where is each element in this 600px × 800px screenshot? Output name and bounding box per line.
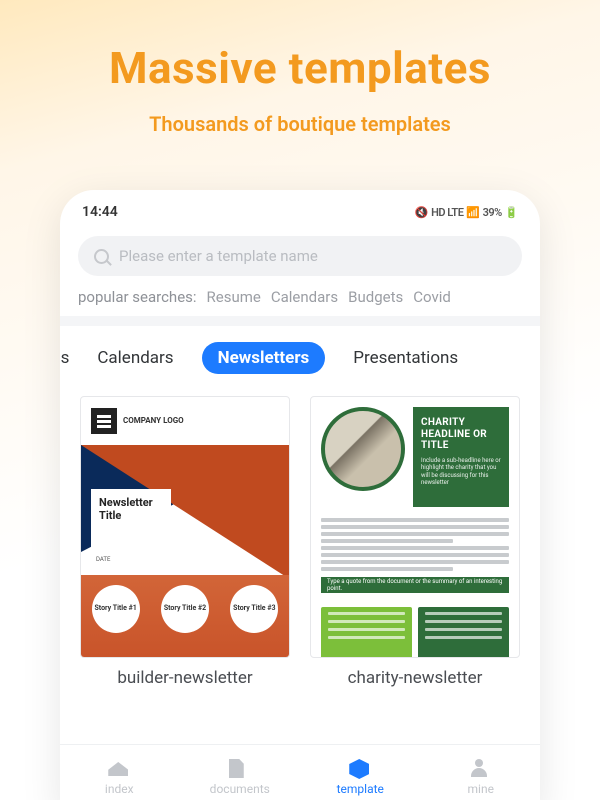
battery-text: 39%	[483, 206, 502, 219]
user-icon	[470, 759, 488, 777]
nav-documents[interactable]: documents	[180, 745, 301, 800]
cube-icon	[349, 759, 369, 779]
search-placeholder: Please enter a template name	[119, 247, 318, 265]
nav-mine[interactable]: mine	[421, 745, 541, 800]
signal-icon: 📶	[466, 206, 479, 219]
template-name: charity-newsletter	[310, 668, 520, 688]
status-icons: 🔇 HD LTE 📶 39% 🔋	[415, 206, 518, 219]
popular-label: popular searches:	[78, 288, 197, 306]
promo-page: Massive templates Thousands of boutique …	[0, 0, 600, 800]
popular-searches: popular searches: Resume Calendars Budge…	[60, 276, 540, 316]
search-icon	[94, 249, 109, 264]
network-indicator: HD LTE	[431, 206, 463, 219]
mute-icon: 🔇	[415, 206, 428, 219]
tab-calendars[interactable]: Calendars	[97, 348, 173, 368]
thumb-sub: Include a sub-headline here or highlight…	[421, 457, 501, 487]
document-icon	[229, 759, 244, 778]
nav-template[interactable]: template	[300, 745, 421, 800]
home-icon	[108, 762, 128, 776]
chip-budgets[interactable]: Budgets	[348, 288, 403, 306]
tab-partial-left[interactable]: ets	[60, 348, 69, 368]
tab-presentations[interactable]: Presentations	[353, 348, 458, 368]
template-grid: COMPANY LOGO Newsletter Title DATE Story…	[60, 390, 540, 688]
battery-icon: 🔋	[505, 206, 518, 219]
tab-newsletters[interactable]: Newsletters	[202, 342, 326, 374]
story-circle: Story Title #2	[161, 585, 209, 633]
template-name: builder-newsletter	[80, 668, 290, 688]
template-thumbnail: COMPANY LOGO Newsletter Title DATE Story…	[80, 396, 290, 658]
phone-frame: 14:44 🔇 HD LTE 📶 39% 🔋 Please enter a te…	[60, 190, 540, 800]
thumb-image-circle	[321, 407, 405, 491]
hero-subtitle: Thousands of boutique templates	[0, 112, 600, 136]
hero-title: Massive templates	[0, 0, 600, 94]
template-card-builder[interactable]: COMPANY LOGO Newsletter Title DATE Story…	[80, 396, 290, 688]
story-circle: Story Title #1	[92, 585, 140, 633]
template-thumbnail: CHARITY HEADLINE OR TITLE Include a sub-…	[310, 396, 520, 658]
thumb-quote-bar: Type a quote from the document or the su…	[321, 577, 509, 593]
nav-label: documents	[210, 782, 270, 796]
bottom-nav: index documents template mine	[60, 744, 540, 800]
search-input[interactable]: Please enter a template name	[78, 236, 522, 276]
category-tabs[interactable]: ets Calendars Newsletters Presentations	[60, 326, 540, 390]
nav-label: index	[105, 782, 134, 796]
logo-text: COMPANY LOGO	[123, 417, 184, 425]
nav-index[interactable]: index	[60, 745, 180, 800]
nav-label: template	[337, 782, 384, 796]
chip-calendars[interactable]: Calendars	[271, 288, 338, 306]
thumb-headline: CHARITY HEADLINE OR TITLE	[421, 417, 501, 452]
nav-label: mine	[468, 782, 494, 796]
chip-resume[interactable]: Resume	[207, 288, 261, 306]
story-circle: Story Title #3	[230, 585, 278, 633]
logo-icon	[91, 408, 117, 434]
status-time: 14:44	[82, 204, 118, 220]
thumb-headline: Newsletter Title	[99, 497, 163, 522]
template-card-charity[interactable]: CHARITY HEADLINE OR TITLE Include a sub-…	[310, 396, 520, 688]
status-bar: 14:44 🔇 HD LTE 📶 39% 🔋	[60, 190, 540, 226]
chip-covid[interactable]: Covid	[413, 288, 451, 306]
divider	[60, 316, 540, 326]
